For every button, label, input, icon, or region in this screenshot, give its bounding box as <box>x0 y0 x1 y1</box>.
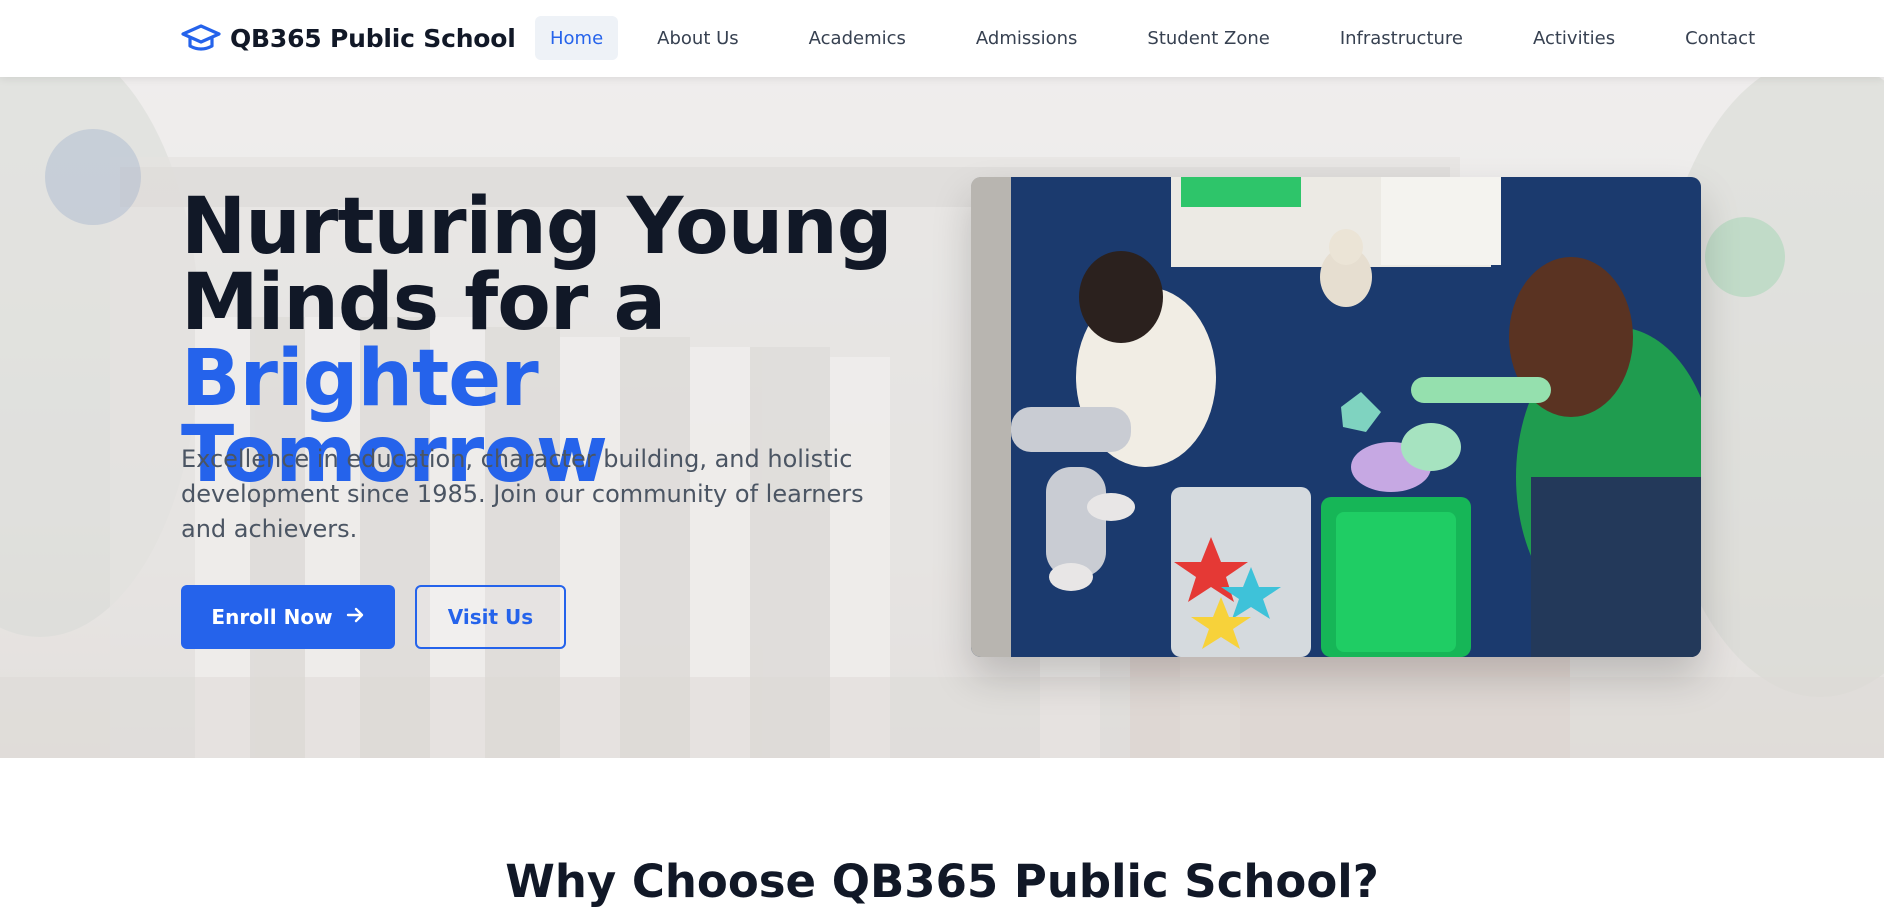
brand-logo[interactable]: QB365 Public School <box>181 18 516 58</box>
visit-us-button[interactable]: Visit Us <box>415 585 566 649</box>
hero-photo <box>971 177 1701 657</box>
nav-infrastructure[interactable]: Infrastructure <box>1325 16 1478 60</box>
graduation-cap-icon <box>181 18 221 58</box>
nav-student-zone[interactable]: Student Zone <box>1132 16 1284 60</box>
enroll-now-label: Enroll Now <box>211 605 333 629</box>
enroll-now-button[interactable]: Enroll Now <box>181 585 395 649</box>
nav-about-us[interactable]: About Us <box>642 16 754 60</box>
brand-name: QB365 Public School <box>230 23 516 53</box>
nav-admissions[interactable]: Admissions <box>961 16 1093 60</box>
nav-activities[interactable]: Activities <box>1518 16 1630 60</box>
main-nav: Home About Us Academics Admissions Stude… <box>535 16 1770 60</box>
classroom-photo-illustration <box>971 177 1701 657</box>
hero-section: Nurturing Young Minds for a Brighter Tom… <box>0 77 1884 758</box>
arrow-right-icon <box>345 605 365 630</box>
hero-subtitle: Excellence in education, character build… <box>181 445 864 543</box>
nav-home[interactable]: Home <box>535 16 619 60</box>
why-choose-heading: Why Choose QB365 Public School? <box>505 855 1379 908</box>
decorative-circle-green <box>1705 217 1785 297</box>
visit-us-label: Visit Us <box>447 605 534 629</box>
top-navbar: QB365 Public School Home About Us Academ… <box>0 0 1884 77</box>
nav-academics[interactable]: Academics <box>794 16 921 60</box>
decorative-circle-blue <box>45 129 141 225</box>
nav-contact[interactable]: Contact <box>1670 16 1770 60</box>
